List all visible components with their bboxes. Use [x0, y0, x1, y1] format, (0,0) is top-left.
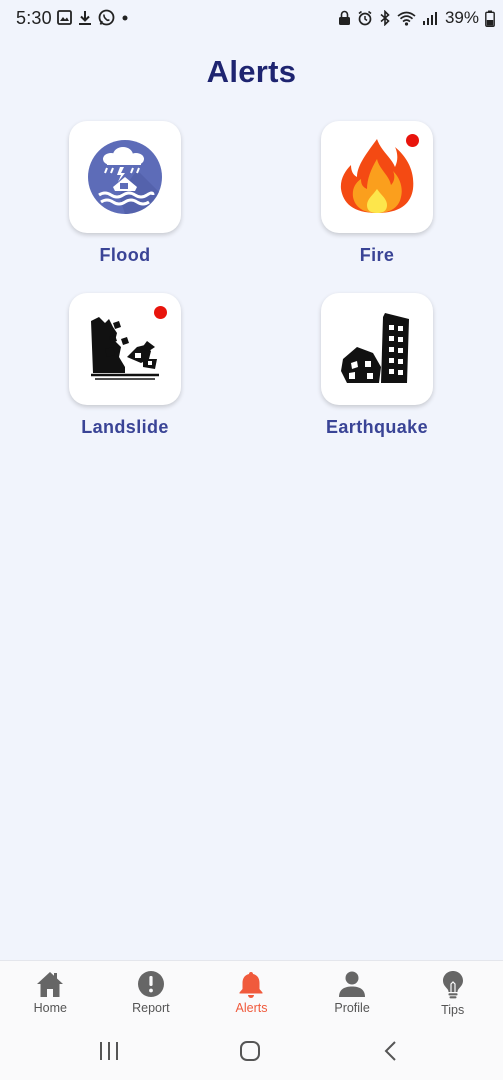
system-navigation-bar [0, 1024, 503, 1080]
bell-icon [239, 972, 263, 998]
alarm-icon [358, 10, 372, 26]
alert-card[interactable] [69, 121, 181, 233]
status-notification-icons [57, 9, 129, 26]
person-icon [339, 971, 366, 997]
nav-item-alerts[interactable]: Alerts [201, 961, 302, 1025]
battery-percentage: 39% [444, 8, 479, 27]
bluetooth-icon [380, 10, 390, 26]
alert-label: Landslide [81, 417, 169, 437]
alert-tile-flood[interactable]: Flood [45, 121, 205, 266]
alert-label: Fire [359, 245, 395, 265]
nav-label: Tips [441, 1003, 465, 1017]
download-icon [79, 10, 91, 25]
alert-card[interactable] [69, 293, 181, 405]
image-icon [57, 10, 72, 25]
nav-item-home[interactable]: Home [0, 961, 101, 1025]
landslide-icon [91, 317, 159, 380]
notification-dot [406, 134, 419, 147]
alert-label: Flood [99, 245, 151, 265]
lightbulb-icon [442, 971, 463, 999]
back-icon[interactable] [382, 1040, 398, 1062]
status-system-icons: 39% [338, 8, 495, 28]
alert-card[interactable] [321, 121, 433, 233]
nav-item-tips[interactable]: Tips [402, 961, 503, 1025]
dot-icon [122, 15, 128, 20]
nav-label: Alerts [235, 1001, 268, 1015]
flood-icon [88, 140, 162, 215]
report-icon [137, 971, 164, 997]
nav-label: Report [132, 1001, 170, 1015]
whatsapp-icon [98, 9, 115, 26]
alert-tile-fire[interactable]: Fire [297, 121, 457, 266]
page-title: Alerts [206, 54, 297, 89]
status-bar: 5:30 39% [0, 0, 503, 38]
status-time: 5:30 [16, 8, 52, 28]
bottom-navigation: Home Report Alerts Profile Tips [0, 960, 503, 1025]
home-circle-icon[interactable] [239, 1040, 261, 1062]
nav-label: Profile [334, 1001, 370, 1015]
notification-dot [154, 306, 167, 319]
alert-tile-earthquake[interactable]: Earthquake [297, 293, 457, 438]
nav-item-profile[interactable]: Profile [302, 961, 403, 1025]
nav-item-report[interactable]: Report [101, 961, 202, 1025]
signal-icon [422, 11, 437, 25]
lock-icon [338, 10, 350, 25]
fire-icon [340, 139, 414, 213]
home-icon [37, 972, 64, 997]
nav-label: Home [33, 1001, 67, 1015]
earthquake-icon [341, 313, 409, 383]
recent-apps-icon[interactable] [99, 1040, 119, 1062]
wifi-icon [397, 11, 416, 26]
alert-card[interactable] [321, 293, 433, 405]
battery-icon [485, 10, 495, 27]
alert-tile-landslide[interactable]: Landslide [45, 293, 205, 438]
alert-label: Earthquake [325, 417, 429, 437]
